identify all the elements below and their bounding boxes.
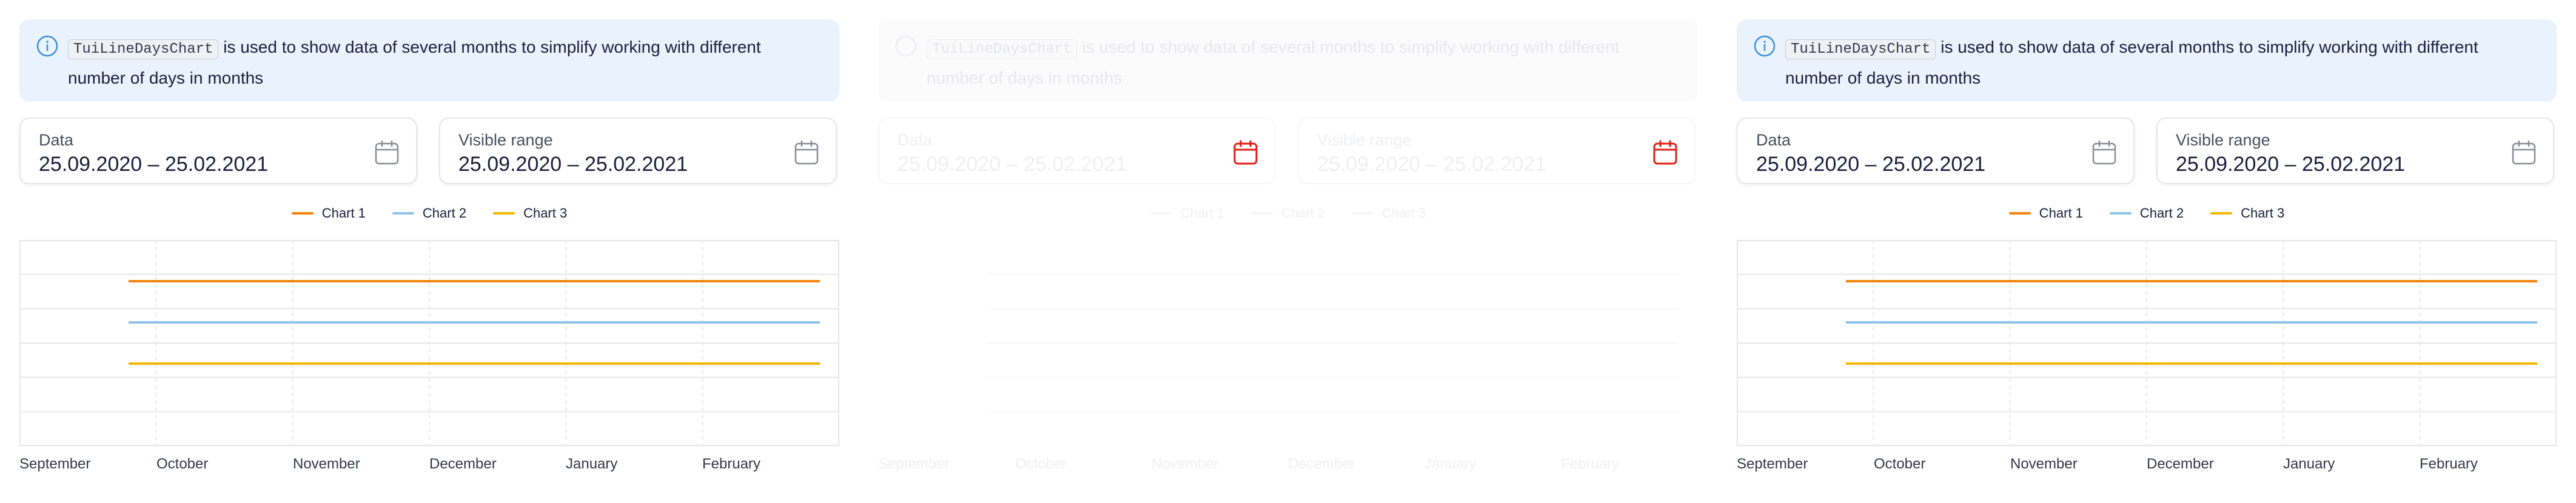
legend-swatch	[2008, 212, 2031, 215]
x-label-january: January	[566, 456, 618, 472]
x-label-january: January	[1424, 456, 1477, 472]
notification-text: TuiLineDaysChart is used to show data of…	[68, 33, 815, 92]
info-notification: TuiLineDaysChart is used to show data of…	[19, 19, 839, 102]
x-axis-labels: September October November December Janu…	[19, 456, 839, 474]
visible-range-input[interactable]: Visible range 25.09.2020 – 25.02.2021	[1298, 118, 1696, 184]
panel-middle-faded: TuiLineDaysChart is used to show data of…	[859, 0, 1717, 503]
calendar-icon[interactable]	[374, 139, 400, 166]
calendar-icon[interactable]	[1652, 139, 1679, 166]
x-label-september: September	[1737, 456, 1808, 472]
data-field-value[interactable]: 25.09.2020 – 25.02.2021	[1756, 153, 1985, 176]
x-label-october: October	[1015, 456, 1067, 472]
x-label-february: February	[2420, 456, 2478, 472]
calendar-icon[interactable]	[2511, 139, 2537, 166]
x-label-october: October	[1874, 456, 1926, 472]
legend-swatch	[392, 212, 414, 215]
legend-swatch	[2210, 212, 2233, 215]
chart-legend: Chart 1 Chart 2 Chart 3	[0, 204, 859, 223]
x-label-january: January	[2283, 456, 2335, 472]
x-label-december: December	[429, 456, 497, 472]
notification-text: TuiLineDaysChart is used to show data of…	[1785, 33, 2532, 92]
legend-item-chart-2[interactable]: Chart 2	[2109, 204, 2184, 223]
calendar-icon[interactable]	[793, 139, 820, 166]
legend-label: Chart 1	[1180, 205, 1224, 221]
data-field-label: Data	[897, 131, 933, 149]
legend-label: Chart 1	[2039, 205, 2083, 221]
x-axis-labels: September October November December Janu…	[878, 456, 1698, 474]
chart-legend: Chart 1 Chart 2 Chart 3	[859, 204, 1717, 223]
line-days-chart[interactable]	[19, 240, 839, 446]
legend-item-chart-3[interactable]: Chart 3	[2210, 204, 2284, 223]
panel-right: TuiLineDaysChart is used to show data of…	[1717, 0, 2576, 503]
legend-item-chart-1[interactable]: Chart 1	[2008, 204, 2083, 223]
legend-swatch	[291, 212, 314, 215]
component-code: TuiLineDaysChart	[927, 39, 1078, 59]
x-label-november: November	[1152, 456, 1219, 472]
legend-label: Chart 2	[1281, 205, 1326, 221]
legend-item-chart-1[interactable]: Chart 1	[291, 204, 366, 223]
visible-range-label: Visible range	[458, 131, 553, 149]
legend-swatch	[493, 212, 515, 215]
legend-item-chart-2[interactable]: Chart 2	[1250, 204, 1326, 223]
data-date-range-input[interactable]: Data 25.09.2020 – 25.02.2021	[19, 118, 417, 184]
x-label-december: December	[1288, 456, 1355, 472]
data-field-label: Data	[1756, 131, 1791, 149]
panel-left: TuiLineDaysChart is used to show data of…	[0, 0, 859, 503]
line-days-chart[interactable]	[1737, 240, 2557, 446]
component-code: TuiLineDaysChart	[1785, 39, 1936, 59]
calendar-icon[interactable]	[1232, 139, 1259, 166]
legend-label: Chart 2	[2139, 205, 2184, 221]
data-date-range-input[interactable]: Data 25.09.2020 – 25.02.2021	[1737, 118, 2135, 184]
chart-legend: Chart 1 Chart 2 Chart 3	[1717, 204, 2576, 223]
x-label-november: November	[2010, 456, 2078, 472]
line-days-chart[interactable]	[878, 240, 1698, 446]
legend-item-chart-3[interactable]: Chart 3	[1352, 204, 1426, 223]
info-icon	[1754, 35, 1776, 57]
legend-swatch	[1352, 212, 1374, 215]
info-notification: TuiLineDaysChart is used to show data of…	[878, 19, 1698, 102]
legend-label: Chart 3	[2241, 205, 2285, 221]
info-icon	[36, 35, 58, 57]
legend-item-chart-3[interactable]: Chart 3	[493, 204, 567, 223]
x-label-february: February	[1561, 456, 1620, 472]
legend-item-chart-2[interactable]: Chart 2	[392, 204, 466, 223]
x-label-october: October	[156, 456, 209, 472]
x-label-november: November	[293, 456, 360, 472]
visible-range-label: Visible range	[2176, 131, 2270, 149]
calendar-icon[interactable]	[2091, 139, 2118, 166]
visible-range-value[interactable]: 25.09.2020 – 25.02.2021	[458, 153, 688, 176]
legend-swatch	[2109, 212, 2132, 215]
data-field-label: Data	[39, 131, 74, 149]
data-date-range-input[interactable]: Data 25.09.2020 – 25.02.2021	[878, 118, 1276, 184]
legend-swatch	[1250, 212, 1273, 215]
data-field-value[interactable]: 25.09.2020 – 25.02.2021	[897, 153, 1127, 176]
x-label-september: September	[878, 456, 950, 472]
notification-text: TuiLineDaysChart is used to show data of…	[927, 33, 1674, 92]
x-axis-labels: September October November December Janu…	[1737, 456, 2557, 474]
component-code: TuiLineDaysChart	[68, 39, 219, 59]
legend-swatch	[1150, 212, 1172, 215]
data-field-value[interactable]: 25.09.2020 – 25.02.2021	[39, 153, 268, 176]
info-icon	[895, 35, 917, 57]
visible-range-input[interactable]: Visible range 25.09.2020 – 25.02.2021	[2156, 118, 2554, 184]
visible-range-label: Visible range	[1317, 131, 1412, 149]
x-label-september: September	[19, 456, 91, 472]
legend-item-chart-1[interactable]: Chart 1	[1150, 204, 1224, 223]
visible-range-value[interactable]: 25.09.2020 – 25.02.2021	[2176, 153, 2405, 176]
visible-range-input[interactable]: Visible range 25.09.2020 – 25.02.2021	[439, 118, 837, 184]
info-notification: TuiLineDaysChart is used to show data of…	[1737, 19, 2557, 102]
x-label-december: December	[2147, 456, 2214, 472]
x-label-february: February	[702, 456, 761, 472]
legend-label: Chart 3	[523, 205, 568, 221]
legend-label: Chart 3	[1382, 205, 1426, 221]
legend-label: Chart 2	[422, 205, 467, 221]
visible-range-value[interactable]: 25.09.2020 – 25.02.2021	[1317, 153, 1546, 176]
legend-label: Chart 1	[321, 205, 366, 221]
